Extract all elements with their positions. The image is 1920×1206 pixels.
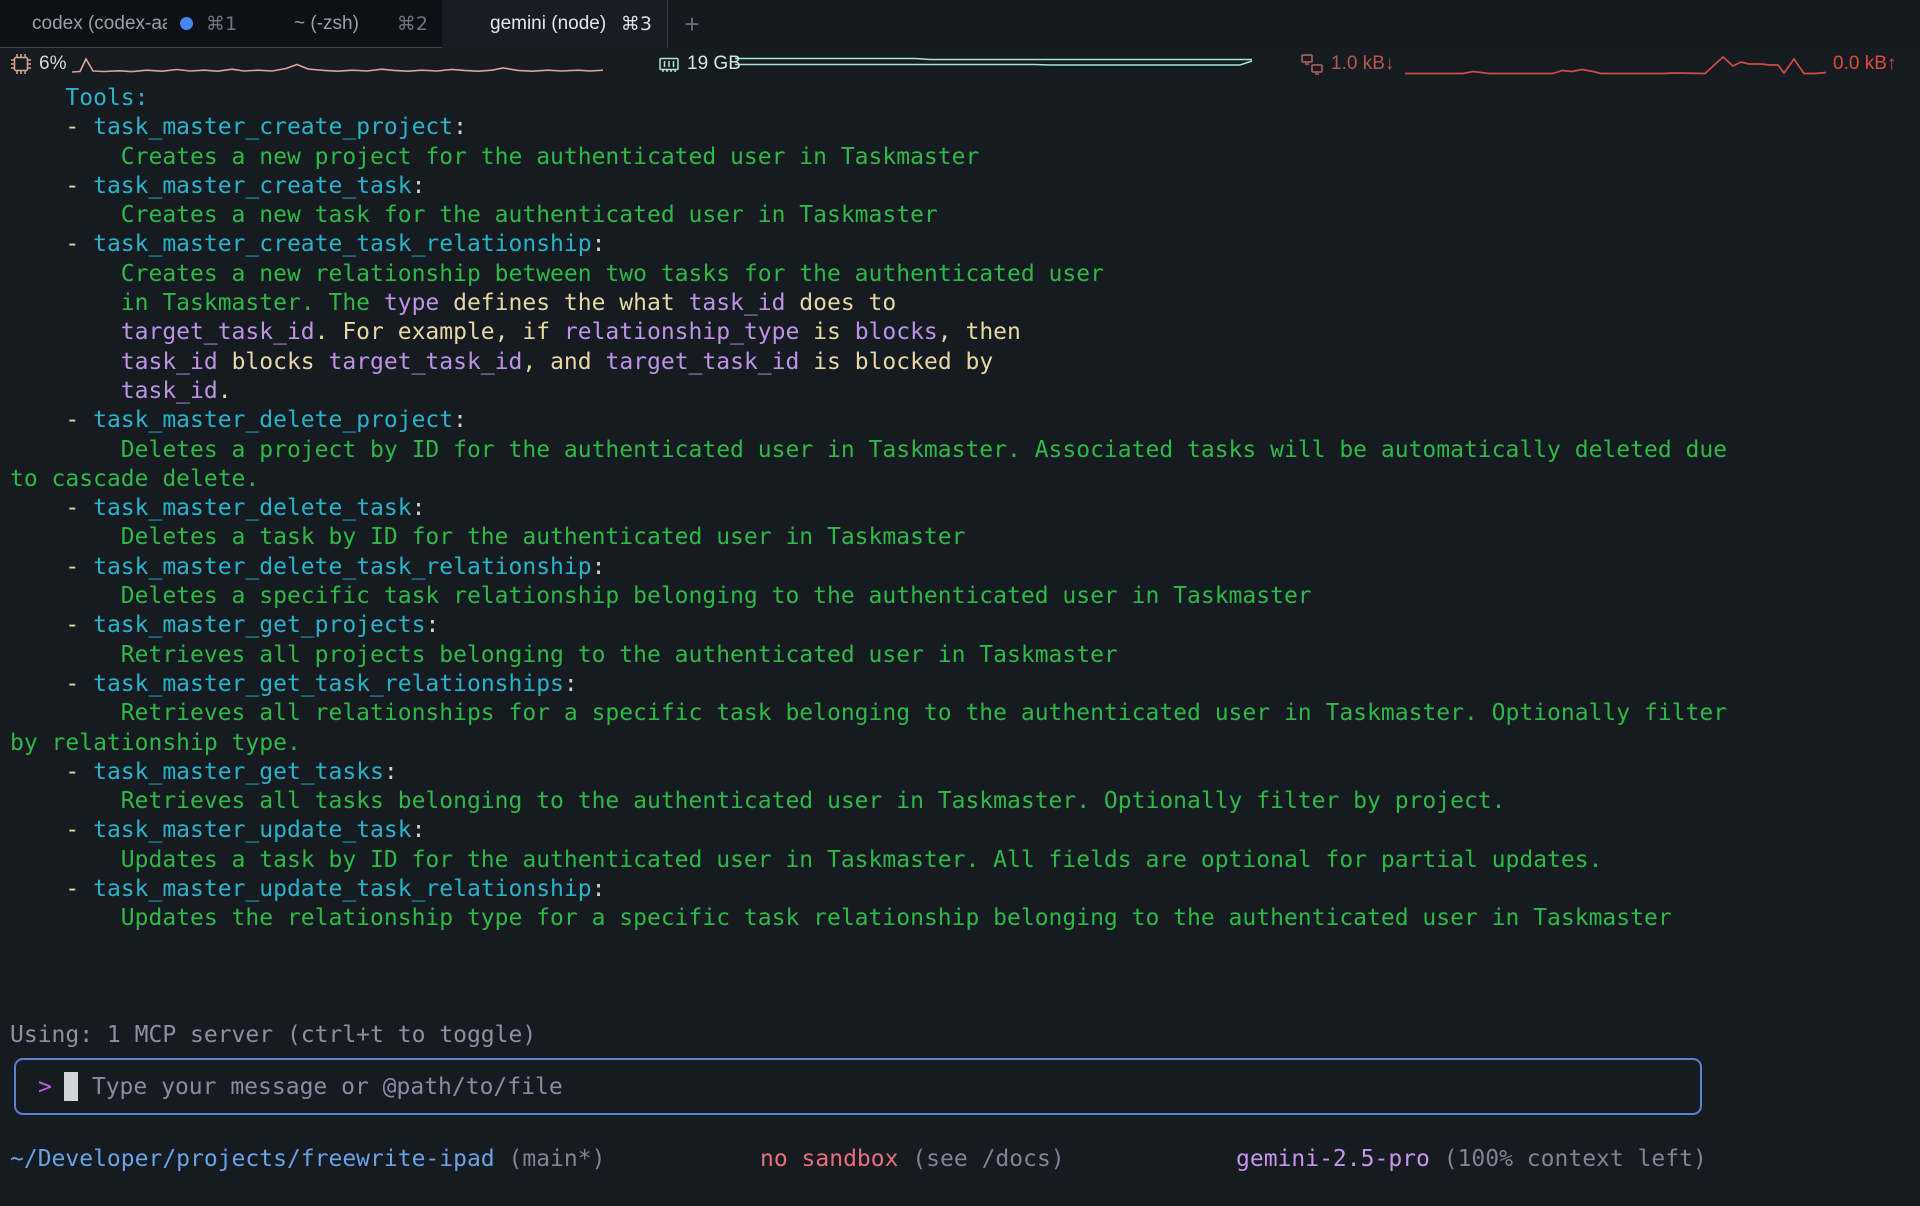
cpu-stat: 6% [10,48,66,80]
terminal-line: Creates a new task for the authenticated… [10,201,1910,230]
terminal-line: Creates a new project for the authentica… [10,143,1910,172]
activity-dot-icon [180,17,193,30]
sandbox-status: no sandbox (see /docs) [760,1146,1065,1172]
terminal-line: Tools: [10,84,1910,113]
new-tab-button[interactable]: + [672,0,712,48]
terminal-line: - task_master_get_tasks: [10,758,1910,787]
terminal-line: in Taskmaster. The type defines the what… [10,289,1910,318]
terminal-window: codex (codex-aar... ⌘1 ~ (-zsh) ⌘2 gemin… [0,0,1920,1206]
model-status: gemini-2.5-pro (100% context left) [1236,1146,1707,1172]
message-input[interactable]: > Type your message or @path/to/file [14,1058,1702,1115]
terminal-line: - task_master_delete_task_relationship: [10,553,1910,582]
terminal-line: - task_master_delete_project: [10,406,1910,435]
network-down-stat: 1.0 kB↓ [1300,48,1394,80]
terminal-line: Creates a new relationship between two t… [10,260,1910,289]
network-sparkline [1405,52,1827,76]
cpu-value: 6% [39,53,66,75]
terminal-line: target_task_id. For example, if relation… [10,318,1910,347]
terminal-output: Tools: - task_master_create_project: Cre… [0,84,1920,934]
working-directory: ~/Developer/projects/freewrite-ipad (mai… [10,1146,605,1172]
terminal-line: - task_master_update_task_relationship: [10,875,1910,904]
memory-sparkline [735,52,1253,76]
network-up-value: 0.0 kB↑ [1833,53,1896,75]
system-status-bar: 6% 19 GB [0,48,1920,80]
inactive-tab-group: codex (codex-aar... ⌘1 ~ (-zsh) ⌘2 [0,0,443,48]
context-left: (100% context left) [1430,1146,1707,1172]
terminal-line: - task_master_delete_task: [10,494,1910,523]
tab-label: codex (codex-aar... [32,13,167,35]
prompt-chevron: > [38,1074,52,1100]
memory-icon [658,53,680,75]
terminal-line: - task_master_get_task_relationships: [10,670,1910,699]
terminal-line: Deletes a specific task relationship bel… [10,582,1910,611]
terminal-line: to cascade delete. [10,465,1910,494]
sandbox-note: (see /docs) [898,1146,1064,1172]
terminal-line: - task_master_create_project: [10,113,1910,142]
cpu-chip-icon [10,53,32,75]
terminal-line: task_id blocks target_task_id, and targe… [10,348,1910,377]
model-name: gemini-2.5-pro [1236,1146,1430,1172]
directory-path: ~/Developer/projects/freewrite-ipad [10,1146,495,1172]
terminal-line: Updates a task by ID for the authenticat… [10,846,1910,875]
terminal-line: task_id. [10,377,1910,406]
cpu-sparkline [72,52,604,76]
memory-value: 19 GB [687,53,741,75]
terminal-line: Retrieves all projects belonging to the … [10,641,1910,670]
network-icon [1300,52,1324,76]
terminal-line: Deletes a task by ID for the authenticat… [10,523,1910,552]
terminal-line: - task_master_update_task: [10,816,1910,845]
terminal-line: Retrieves all relationships for a specif… [10,699,1910,728]
tab-shortcut: ⌘1 [206,13,237,35]
tab-shortcut: ⌘2 [397,13,428,35]
tab-label: ~ (-zsh) [294,13,359,35]
tab-bar: codex (codex-aar... ⌘1 ~ (-zsh) ⌘2 gemin… [0,0,1920,48]
terminal-line: by relationship type. [10,729,1910,758]
tab-gemini-active[interactable]: gemini (node) ⌘3 [442,0,668,48]
mcp-status-line: Using: 1 MCP server (ctrl+t to toggle) [10,1022,536,1048]
memory-stat: 19 GB [658,48,741,80]
tab-codex[interactable]: codex (codex-aar... ⌘1 [0,0,280,47]
terminal-line: - task_master_create_task_relationship: [10,230,1910,259]
network-down-value: 1.0 kB↓ [1331,53,1394,75]
terminal-line: Retrieves all tasks belonging to the aut… [10,787,1910,816]
terminal-line: - task_master_create_task: [10,172,1910,201]
network-up-stat: 0.0 kB↑ [1833,48,1896,80]
git-branch: (main*) [495,1146,606,1172]
cli-footer: ~/Developer/projects/freewrite-ipad (mai… [0,1146,1920,1176]
terminal-line: Updates the relationship type for a spec… [10,904,1910,933]
sandbox-label: no sandbox [760,1146,898,1172]
text-cursor [64,1072,78,1101]
input-placeholder: Type your message or @path/to/file [92,1074,563,1100]
tab-label: gemini (node) [490,13,606,35]
terminal-line: Deletes a project by ID for the authenti… [10,436,1910,465]
tab-zsh[interactable]: ~ (-zsh) ⌘2 [280,0,442,47]
tab-shortcut: ⌘3 [621,13,652,35]
terminal-line: - task_master_get_projects: [10,611,1910,640]
